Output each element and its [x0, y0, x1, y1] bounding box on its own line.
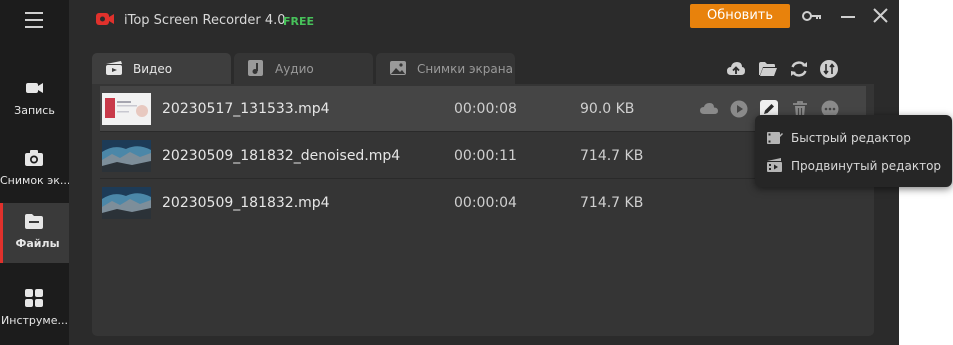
- video-thumbnail: [102, 93, 151, 125]
- tab-label: Снимки экрана: [417, 62, 513, 76]
- grid-icon: [25, 289, 43, 307]
- file-name: 20230509_181832_denoised.mp4: [162, 148, 401, 164]
- sidebar-item-screenshot[interactable]: Снимок эк...: [0, 140, 69, 200]
- camera-icon: [25, 150, 43, 166]
- menu-icon[interactable]: [25, 12, 43, 30]
- table-row[interactable]: 20230509_181832_denoised.mp4 00:00:11 71…: [100, 133, 866, 179]
- table-row[interactable]: 20230509_181832.mp4 00:00:04 714.7 KB: [100, 180, 866, 226]
- app-title: iTop Screen Recorder 4.0: [124, 13, 286, 28]
- sidebar-item-label: Файлы: [15, 237, 60, 250]
- file-duration: 00:00:08: [454, 101, 517, 117]
- file-size: 90.0 KB: [580, 101, 635, 117]
- key-icon[interactable]: [801, 6, 823, 26]
- cloud-upload-icon[interactable]: [726, 59, 746, 79]
- file-name: 20230509_181832.mp4: [162, 195, 330, 211]
- file-duration: 00:00:04: [454, 195, 517, 211]
- sidebar: Запись Снимок эк... Файлы Инструме...: [0, 0, 69, 345]
- cloud-icon[interactable]: [700, 100, 718, 118]
- sidebar-item-files[interactable]: Файлы: [0, 203, 69, 263]
- menu-item-quick-editor[interactable]: Быстрый редактор: [755, 124, 952, 152]
- file-size: 714.7 KB: [580, 195, 644, 211]
- tab-label: Аудио: [275, 62, 314, 76]
- film-icon: [767, 158, 782, 172]
- menu-item-label: Продвинутый редактор: [791, 159, 942, 173]
- menu-item-advanced-editor[interactable]: Продвинутый редактор: [755, 152, 952, 180]
- file-duration: 00:00:11: [454, 148, 517, 164]
- menu-item-label: Быстрый редактор: [791, 131, 911, 145]
- sidebar-item-label: Инструме...: [1, 314, 68, 327]
- sidebar-item-tools[interactable]: Инструме...: [0, 280, 69, 340]
- refresh-icon[interactable]: [789, 59, 809, 79]
- update-button[interactable]: Обновить: [690, 4, 790, 28]
- close-icon[interactable]: [870, 6, 892, 26]
- video-thumbnail: [102, 140, 151, 172]
- minimize-icon[interactable]: [837, 6, 859, 26]
- video-thumbnail: [102, 187, 151, 219]
- table-row[interactable]: 20230517_131533.mp4 00:00:08 90.0 KB: [100, 86, 866, 132]
- sidebar-item-label: Запись: [14, 104, 55, 117]
- sidebar-item-label: Снимок эк...: [0, 174, 69, 187]
- tab-audio[interactable]: Аудио: [234, 53, 373, 84]
- tab-label: Видео: [133, 62, 173, 76]
- title-bar: iTop Screen Recorder 4.0 FREE Обновить: [69, 0, 899, 34]
- app-logo-icon: [96, 13, 114, 25]
- film-edit-icon: [767, 132, 783, 144]
- file-size: 714.7 KB: [580, 148, 644, 164]
- video-camera-icon: [26, 83, 43, 93]
- sort-icon[interactable]: [819, 59, 839, 79]
- sidebar-item-record[interactable]: Запись: [0, 70, 69, 130]
- clapper-icon: [106, 61, 122, 75]
- tab-video[interactable]: Видео: [92, 53, 231, 84]
- file-name: 20230517_131533.mp4: [162, 101, 330, 117]
- folder-icon: [25, 214, 43, 229]
- tab-screenshots[interactable]: Снимки экрана: [376, 53, 515, 84]
- image-icon: [390, 61, 406, 75]
- free-badge: FREE: [283, 15, 315, 28]
- edit-context-menu: Быстрый редактор Продвинутый редактор: [755, 115, 952, 187]
- open-folder-icon[interactable]: [758, 59, 778, 79]
- music-note-icon: [248, 60, 263, 76]
- play-icon[interactable]: [730, 100, 748, 118]
